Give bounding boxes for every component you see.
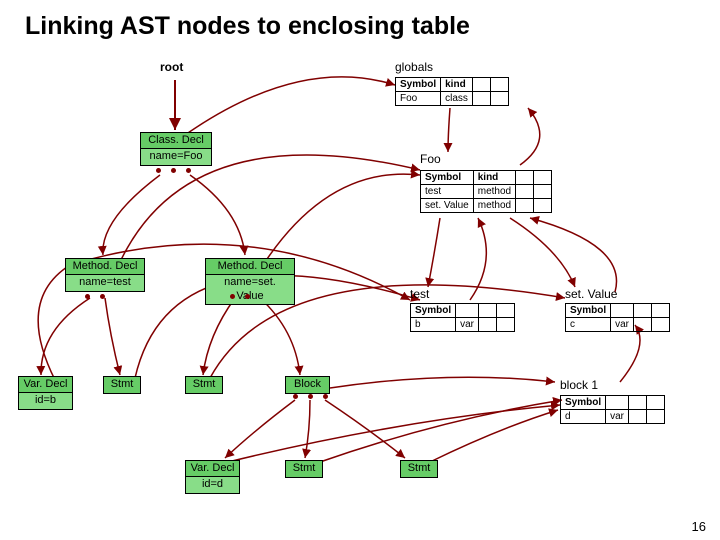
- node-type: Method. Decl: [209, 260, 291, 274]
- node-stmt2: Stmt: [185, 376, 223, 394]
- scope-label-globals: globals: [395, 60, 433, 74]
- td-symbol: set. Value: [421, 199, 474, 213]
- th-symbol: Symbol: [411, 304, 456, 318]
- symbol-table-block1: Symbol dvar: [560, 395, 665, 424]
- td-symbol: test: [421, 185, 474, 199]
- th-kind: kind: [441, 78, 473, 92]
- node-vardecl-d: Var. Decl id=d: [185, 460, 240, 494]
- td-extra: var: [611, 318, 634, 332]
- node-type: Stmt: [189, 378, 219, 392]
- node-type: Stmt: [107, 378, 137, 392]
- node-detail: name=Foo: [141, 148, 211, 165]
- node-type: Block: [289, 378, 326, 392]
- slide-title: Linking AST nodes to enclosing table: [25, 12, 470, 41]
- symbol-table-globals: Symbolkind Fooclass: [395, 77, 509, 106]
- scope-label-test: test: [410, 287, 429, 301]
- td-extra: var: [606, 410, 629, 424]
- node-block: Block: [285, 376, 330, 394]
- node-type: Stmt: [404, 462, 434, 476]
- node-type: Method. Decl: [69, 260, 141, 274]
- child-dots: [85, 294, 105, 299]
- th-blank: [490, 78, 508, 92]
- td-kind: method: [473, 199, 515, 213]
- node-stmt1: Stmt: [103, 376, 141, 394]
- node-type: Stmt: [289, 462, 319, 476]
- td-extra: var: [456, 318, 479, 332]
- symbol-table-test: Symbol bvar: [410, 303, 515, 332]
- node-detail: id=d: [186, 476, 239, 493]
- th-symbol: Symbol: [396, 78, 441, 92]
- node-detail: name=test: [66, 274, 144, 291]
- scope-label-foo: Foo: [420, 152, 441, 166]
- node-stmt4: Stmt: [400, 460, 438, 478]
- node-classdecl: Class. Decl name=Foo: [140, 132, 212, 166]
- child-dots: [293, 394, 328, 399]
- node-detail: id=b: [19, 392, 72, 409]
- td-kind: class: [441, 92, 473, 106]
- child-dots: [230, 294, 250, 299]
- td-symbol: Foo: [396, 92, 441, 106]
- node-type: Class. Decl: [144, 134, 208, 148]
- page-number: 16: [692, 519, 706, 534]
- node-method-setvalue: Method. Decl name=set. Value: [205, 258, 295, 305]
- th-blank: [472, 78, 490, 92]
- th-kind: kind: [473, 171, 515, 185]
- node-method-test: Method. Decl name=test: [65, 258, 145, 292]
- td-symbol: b: [411, 318, 456, 332]
- symbol-table-setvalue: Symbol cvar: [565, 303, 670, 332]
- scope-label-block1: block 1: [560, 378, 598, 392]
- node-detail: name=set. Value: [206, 274, 294, 305]
- node-stmt3: Stmt: [285, 460, 323, 478]
- node-type: Var. Decl: [22, 378, 69, 392]
- th-symbol: Symbol: [561, 396, 606, 410]
- td-symbol: c: [566, 318, 611, 332]
- td-kind: method: [473, 185, 515, 199]
- child-dots: [156, 168, 191, 173]
- scope-label-setvalue: set. Value: [565, 287, 617, 301]
- node-vardecl-b: Var. Decl id=b: [18, 376, 73, 410]
- symbol-table-foo: Symbolkind testmethod set. Valuemethod: [420, 170, 552, 213]
- node-type: Var. Decl: [189, 462, 236, 476]
- th-symbol: Symbol: [421, 171, 474, 185]
- th-symbol: Symbol: [566, 304, 611, 318]
- root-label: root: [160, 60, 183, 74]
- td-symbol: d: [561, 410, 606, 424]
